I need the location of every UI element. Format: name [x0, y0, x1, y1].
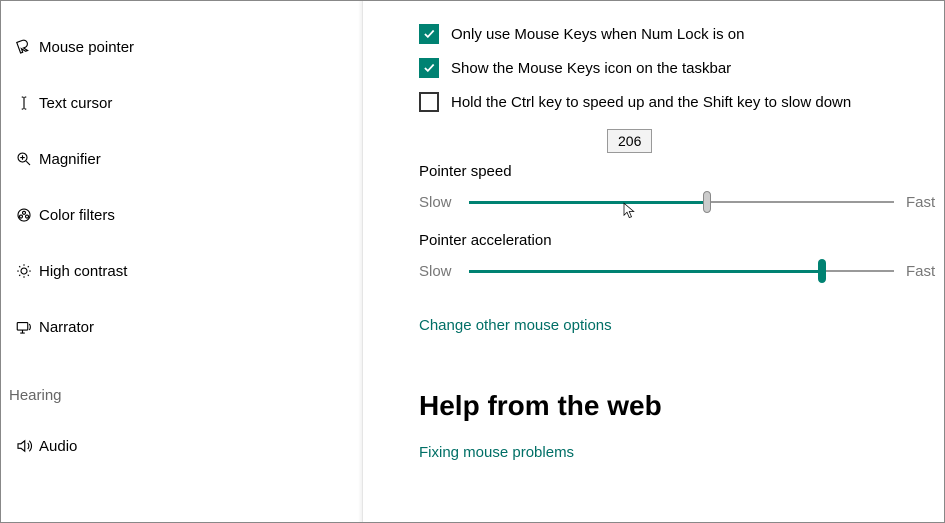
checkbox-numlock[interactable]: Only use Mouse Keys when Num Lock is on: [419, 17, 944, 51]
checkbox-taskbar[interactable]: Show the Mouse Keys icon on the taskbar: [419, 51, 944, 85]
sidebar-item-text-cursor[interactable]: Text cursor: [1, 75, 362, 131]
checkbox-label: Show the Mouse Keys icon on the taskbar: [451, 60, 731, 77]
checkbox-label: Only use Mouse Keys when Num Lock is on: [451, 26, 744, 43]
slider-pointer-speed: Pointer speed Slow Fast: [419, 163, 944, 212]
slider-title: Pointer acceleration: [419, 232, 944, 249]
sidebar-item-high-contrast[interactable]: High contrast: [1, 243, 362, 299]
text-cursor-icon: [9, 94, 39, 112]
checkbox-icon: [419, 58, 439, 78]
color-filters-icon: [9, 206, 39, 224]
sidebar-item-label: Narrator: [39, 319, 94, 336]
sidebar: Mouse pointer Text cursor Magnifier Colo…: [1, 1, 363, 522]
sidebar-item-mouse-pointer[interactable]: Mouse pointer: [1, 19, 362, 75]
main-content: Only use Mouse Keys when Num Lock is on …: [363, 1, 944, 522]
sidebar-item-label: Color filters: [39, 207, 115, 224]
sidebar-item-label: Mouse pointer: [39, 39, 134, 56]
mouse-pointer-icon: [9, 38, 39, 56]
checkbox-icon: [419, 24, 439, 44]
sidebar-item-color-filters[interactable]: Color filters: [1, 187, 362, 243]
help-heading: Help from the web: [419, 390, 944, 422]
slider-track[interactable]: [469, 261, 894, 281]
high-contrast-icon: [9, 262, 39, 280]
sidebar-item-label: Audio: [39, 438, 77, 455]
narrator-icon: [9, 318, 39, 336]
slider-max-label: Fast: [894, 263, 944, 280]
sidebar-item-label: Text cursor: [39, 95, 112, 112]
sidebar-item-label: High contrast: [39, 263, 127, 280]
slider-max-label: Fast: [894, 194, 944, 211]
slider-tooltip: 206: [607, 129, 652, 153]
link-change-mouse-options[interactable]: Change other mouse options: [419, 317, 612, 334]
checkbox-ctrl-shift[interactable]: Hold the Ctrl key to speed up and the Sh…: [419, 85, 944, 119]
slider-pointer-acceleration: Pointer acceleration Slow Fast: [419, 232, 944, 281]
sidebar-item-audio[interactable]: Audio: [1, 418, 362, 474]
sidebar-item-narrator[interactable]: Narrator: [1, 299, 362, 355]
audio-icon: [9, 437, 39, 455]
checkbox-label: Hold the Ctrl key to speed up and the Sh…: [451, 94, 851, 111]
sidebar-item-magnifier[interactable]: Magnifier: [1, 131, 362, 187]
slider-min-label: Slow: [419, 194, 469, 211]
magnifier-icon: [9, 150, 39, 168]
sidebar-item-label: Magnifier: [39, 151, 101, 168]
link-fixing-mouse-problems[interactable]: Fixing mouse problems: [419, 444, 574, 461]
slider-track[interactable]: [469, 192, 894, 212]
slider-min-label: Slow: [419, 263, 469, 280]
sidebar-section-hearing: Hearing: [1, 387, 362, 404]
checkbox-icon: [419, 92, 439, 112]
slider-title: Pointer speed: [419, 163, 944, 180]
